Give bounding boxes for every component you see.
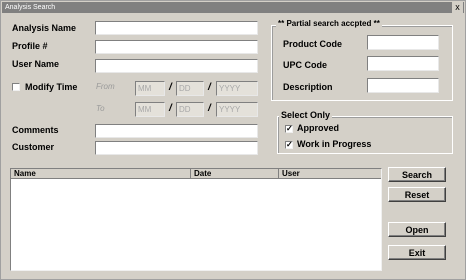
- column-header-date[interactable]: Date: [191, 169, 279, 179]
- product-code-input[interactable]: [367, 35, 439, 50]
- to-day-field[interactable]: [176, 102, 204, 117]
- upc-code-input[interactable]: [367, 56, 439, 71]
- from-month-field[interactable]: [135, 81, 165, 96]
- window-title: Analysis Search: [5, 4, 56, 11]
- analysis-name-input[interactable]: [95, 21, 258, 35]
- approved-label: Approved: [297, 123, 340, 133]
- user-name-input[interactable]: [95, 59, 258, 73]
- search-button[interactable]: Search: [388, 167, 446, 182]
- work-in-progress-checkbox[interactable]: ✓: [285, 141, 293, 149]
- comments-input[interactable]: [95, 124, 258, 138]
- customer-input[interactable]: [95, 141, 258, 155]
- from-date-separator-1: /: [169, 82, 172, 93]
- description-input[interactable]: [367, 78, 439, 93]
- from-label: From: [96, 82, 115, 91]
- column-header-name[interactable]: Name: [11, 169, 191, 179]
- customer-label: Customer: [12, 142, 55, 152]
- select-only-title: Select Only: [279, 110, 333, 120]
- partial-search-title: ** Partial search accpted **: [276, 19, 382, 28]
- analysis-name-label: Analysis Name: [12, 23, 77, 33]
- close-icon[interactable]: x: [452, 2, 463, 13]
- to-date-separator-1: /: [169, 103, 172, 114]
- upc-code-label: UPC Code: [283, 60, 328, 70]
- description-label: Description: [283, 82, 333, 92]
- from-day-field[interactable]: [176, 81, 204, 96]
- from-date-separator-2: /: [208, 82, 211, 93]
- analysis-search-window: Analysis Search x Analysis Name Profile …: [0, 0, 466, 280]
- column-header-user[interactable]: User: [279, 169, 381, 179]
- profile-label: Profile #: [12, 41, 48, 51]
- modify-time-label: Modify Time: [25, 82, 78, 92]
- profile-input[interactable]: [95, 40, 258, 54]
- user-name-label: User Name: [12, 59, 60, 69]
- exit-button[interactable]: Exit: [388, 245, 446, 260]
- title-bar[interactable]: Analysis Search x: [2, 2, 464, 13]
- modify-time-checkbox[interactable]: [12, 83, 20, 91]
- product-code-label: Product Code: [283, 39, 343, 49]
- to-label: To: [96, 104, 105, 113]
- reset-button[interactable]: Reset: [388, 187, 446, 202]
- to-year-field[interactable]: [216, 102, 258, 117]
- open-button[interactable]: Open: [388, 222, 446, 237]
- comments-label: Comments: [12, 125, 59, 135]
- to-month-field[interactable]: [135, 102, 165, 117]
- from-year-field[interactable]: [216, 81, 258, 96]
- results-list[interactable]: Name Date User: [10, 168, 382, 271]
- work-in-progress-label: Work in Progress: [297, 139, 372, 149]
- to-date-separator-2: /: [208, 103, 211, 114]
- approved-checkbox[interactable]: ✓: [285, 125, 293, 133]
